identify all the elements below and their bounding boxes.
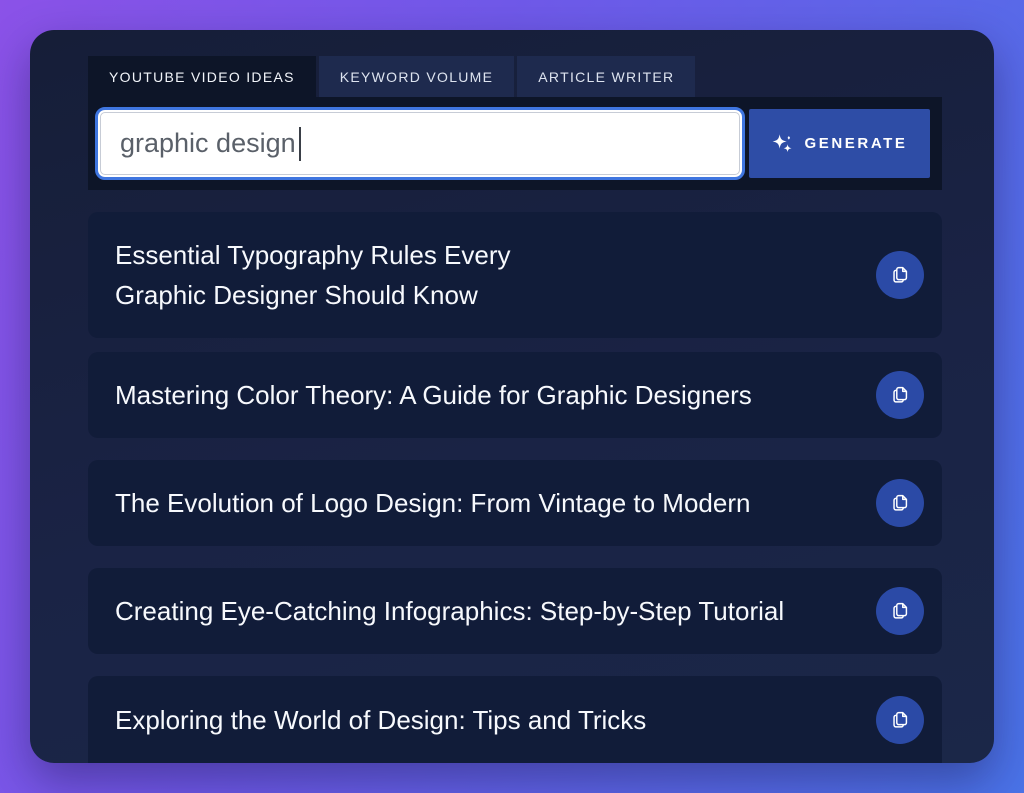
result-title: The Evolution of Logo Design: From Vinta… xyxy=(115,483,750,523)
text-caret xyxy=(299,127,301,161)
tab-bar: YOUTUBE VIDEO IDEAS KEYWORD VOLUME ARTIC… xyxy=(88,56,695,97)
result-title: Essential Typography Rules Every Graphic… xyxy=(115,235,511,315)
sparkles-icon xyxy=(771,132,794,155)
results-list: Essential Typography Rules Every Graphic… xyxy=(88,212,942,763)
copy-icon xyxy=(889,600,911,622)
copy-icon xyxy=(889,492,911,514)
tab-youtube-video-ideas[interactable]: YOUTUBE VIDEO IDEAS xyxy=(88,56,316,97)
result-title: Creating Eye-Catching Infographics: Step… xyxy=(115,591,784,631)
copy-button[interactable] xyxy=(876,587,924,635)
tab-label: KEYWORD VOLUME xyxy=(340,69,494,85)
result-card: The Evolution of Logo Design: From Vinta… xyxy=(88,460,942,546)
tab-label: YOUTUBE VIDEO IDEAS xyxy=(109,69,295,85)
copy-button[interactable] xyxy=(876,371,924,419)
result-title: Exploring the World of Design: Tips and … xyxy=(115,700,646,740)
generate-button[interactable]: GENERATE xyxy=(749,109,930,178)
result-card: Exploring the World of Design: Tips and … xyxy=(88,676,942,763)
search-toolbar: graphic design GENERATE xyxy=(88,97,942,190)
keyword-input[interactable]: graphic design xyxy=(95,107,745,180)
copy-icon xyxy=(889,384,911,406)
app-panel: YOUTUBE VIDEO IDEAS KEYWORD VOLUME ARTIC… xyxy=(30,30,994,763)
tab-label: ARTICLE WRITER xyxy=(538,69,674,85)
copy-button[interactable] xyxy=(876,251,924,299)
copy-button[interactable] xyxy=(876,696,924,744)
copy-button[interactable] xyxy=(876,479,924,527)
result-card: Essential Typography Rules Every Graphic… xyxy=(88,212,942,338)
copy-icon xyxy=(889,264,911,286)
keyword-input-value: graphic design xyxy=(120,128,296,159)
generate-button-label: GENERATE xyxy=(804,135,907,152)
result-card: Creating Eye-Catching Infographics: Step… xyxy=(88,568,942,654)
copy-icon xyxy=(889,709,911,731)
tab-keyword-volume[interactable]: KEYWORD VOLUME xyxy=(319,56,515,97)
tab-article-writer[interactable]: ARTICLE WRITER xyxy=(517,56,695,97)
result-card: Mastering Color Theory: A Guide for Grap… xyxy=(88,352,942,438)
result-title: Mastering Color Theory: A Guide for Grap… xyxy=(115,375,752,415)
